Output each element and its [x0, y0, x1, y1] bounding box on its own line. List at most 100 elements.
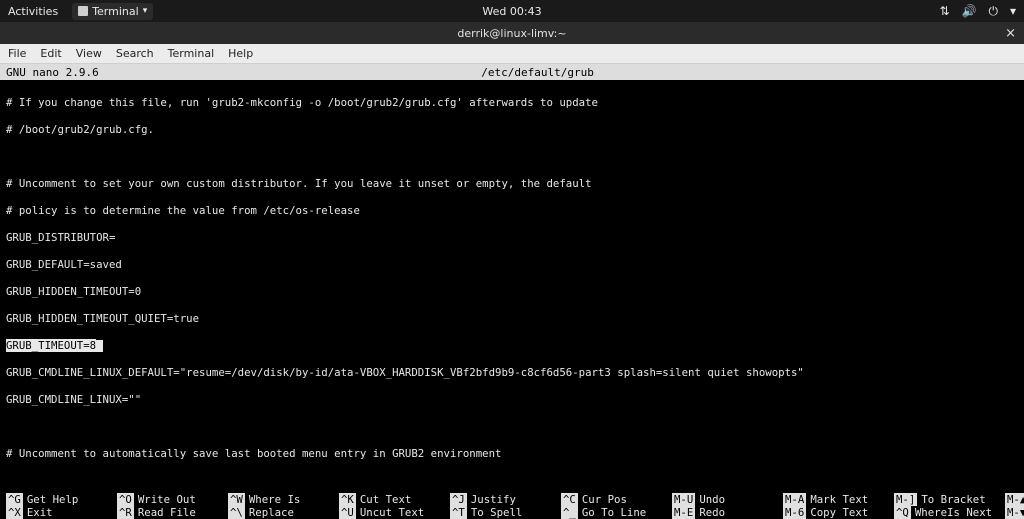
nano-shortcut: ^W Where Is [228, 493, 339, 506]
shortcut-label: WhereIs Next [915, 506, 992, 519]
editor-line: GRUB_DEFAULT=saved [6, 258, 1018, 272]
sound-icon[interactable]: 🔊 [962, 4, 977, 18]
shortcut-key: ^G [6, 493, 23, 506]
shortcut-key: ^K [339, 493, 356, 506]
editor-line: # Uncomment to automatically save last b… [6, 447, 1018, 461]
active-app-indicator[interactable]: Terminal ▾ [72, 3, 153, 20]
editor-line [6, 420, 1018, 434]
nano-shortcut: M-▼Next [1005, 506, 1024, 519]
shortcut-key: ^W [228, 493, 245, 506]
shortcut-label: Justify [471, 493, 516, 506]
terminal-menubar: File Edit View Search Terminal Help [0, 44, 1024, 64]
shortcut-label: Mark Text [810, 493, 868, 506]
nano-shortcut: ^C Cur Pos [561, 493, 672, 506]
system-menu-chevron-icon[interactable]: ▾ [1010, 4, 1016, 18]
shortcut-key: ^J [450, 493, 467, 506]
editor-line: GRUB_CMDLINE_LINUX_DEFAULT="resume=/dev/… [6, 366, 1018, 380]
nano-header: GNU nano 2.9.6 /etc/default/grub [0, 64, 1024, 80]
menu-file[interactable]: File [8, 47, 26, 60]
chevron-down-icon: ▾ [143, 6, 148, 16]
gnome-topbar: Activities Terminal ▾ Wed 00:43 ⇅ 🔊 ⏻ ▾ [0, 0, 1024, 22]
nano-shortcut-bar: ^G Get Help ^O Write Out ^W Where Is ^K Cut Tex… [0, 493, 1024, 519]
shortcut-label: Redo [699, 506, 725, 519]
shortcut-key: M-6 [783, 506, 806, 519]
window-title: derrik@linux-limv:~ [457, 27, 566, 40]
shortcut-label: Read File [138, 506, 196, 519]
shortcut-key: ^C [561, 493, 578, 506]
nano-shortcut: M-E Redo [672, 506, 783, 519]
nano-shortcut: M-▲Previous [1005, 493, 1024, 506]
nano-version: GNU nano 2.9.6 [6, 66, 99, 79]
menu-search[interactable]: Search [116, 47, 154, 60]
shortcut-key: M-▲ [1005, 493, 1024, 506]
nano-shortcut: M-U Undo [672, 493, 783, 506]
shortcut-label: Copy Text [810, 506, 868, 519]
shortcut-key: ^\ [228, 506, 245, 519]
shortcut-key: M-] [894, 493, 917, 506]
nano-shortcut: M-A Mark Text [783, 493, 894, 506]
network-icon[interactable]: ⇅ [939, 4, 949, 18]
shortcut-label: Undo [699, 493, 725, 506]
nano-shortcut: ^O Write Out [117, 493, 228, 506]
nano-shortcut: M-] To Bracket [894, 493, 1005, 506]
editor-line: GRUB_CMDLINE_LINUX="" [6, 393, 1018, 407]
power-icon[interactable]: ⏻ [988, 4, 998, 19]
shortcut-label: To Spell [471, 506, 522, 519]
shortcut-key: ^R [117, 506, 134, 519]
nano-shortcut: ^U Uncut Text [339, 506, 450, 519]
editor-line: # If you change this file, run 'grub2-mk… [6, 96, 1018, 110]
nano-shortcut: ^_ Go To Line [561, 506, 672, 519]
shortcut-key: M-U [672, 493, 695, 506]
close-icon[interactable]: × [1005, 26, 1016, 41]
nano-shortcut: M-6 Copy Text [783, 506, 894, 519]
nano-shortcut: ^R Read File [117, 506, 228, 519]
shortcut-key: ^T [450, 506, 467, 519]
shortcut-label: Where Is [249, 493, 300, 506]
shortcut-key: ^O [117, 493, 134, 506]
editor-line [6, 474, 1018, 488]
editor-line: GRUB_HIDDEN_TIMEOUT=0 [6, 285, 1018, 299]
shortcut-key: M-▼ [1005, 506, 1024, 519]
shortcut-key: ^Q [894, 506, 911, 519]
editor-line: # policy is to determine the value from … [6, 204, 1018, 218]
menu-help[interactable]: Help [228, 47, 253, 60]
clock[interactable]: Wed 00:43 [482, 5, 541, 18]
shortcut-label: Go To Line [582, 506, 646, 519]
nano-shortcut: ^K Cut Text [339, 493, 450, 506]
nano-shortcut: ^Q WhereIs Next [894, 506, 1005, 519]
window-titlebar: derrik@linux-limv:~ × [0, 22, 1024, 44]
shortcut-label: To Bracket [921, 493, 985, 506]
shortcut-label: Replace [249, 506, 294, 519]
nano-shortcut: ^J Justify [450, 493, 561, 506]
shortcut-label: Get Help [27, 493, 78, 506]
nano-shortcut: ^G Get Help [6, 493, 117, 506]
shortcut-label: Exit [27, 506, 53, 519]
shortcut-key: ^_ [561, 506, 578, 519]
nano-shortcut: ^\ Replace [228, 506, 339, 519]
shortcut-key: M-A [783, 493, 806, 506]
menu-terminal[interactable]: Terminal [168, 47, 215, 60]
nano-shortcut: ^X Exit [6, 506, 117, 519]
editor-line: # /boot/grub2/grub.cfg. [6, 123, 1018, 137]
shortcut-key: ^U [339, 506, 356, 519]
shortcut-label: Write Out [138, 493, 196, 506]
shortcut-key: M-E [672, 506, 695, 519]
menu-view[interactable]: View [76, 47, 102, 60]
shortcut-label: Uncut Text [360, 506, 424, 519]
shortcut-key: ^X [6, 506, 23, 519]
editor-line-highlighted: GRUB_TIMEOUT=8 [6, 339, 1018, 353]
shortcut-label: Cur Pos [582, 493, 627, 506]
nano-filepath: /etc/default/grub [481, 66, 594, 79]
activities-button[interactable]: Activities [8, 5, 58, 18]
editor-line [6, 150, 1018, 164]
text-cursor [96, 340, 103, 352]
editor-line: # Uncomment to set your own custom distr… [6, 177, 1018, 191]
active-app-name: Terminal [92, 5, 139, 18]
editor-line: GRUB_HIDDEN_TIMEOUT_QUIET=true [6, 312, 1018, 326]
shortcut-label: Cut Text [360, 493, 411, 506]
editor-line: GRUB_DISTRIBUTOR= [6, 231, 1018, 245]
nano-shortcut: ^T To Spell [450, 506, 561, 519]
menu-edit[interactable]: Edit [40, 47, 61, 60]
editor-content[interactable]: # If you change this file, run 'grub2-mk… [0, 80, 1024, 493]
terminal-icon [78, 6, 88, 16]
